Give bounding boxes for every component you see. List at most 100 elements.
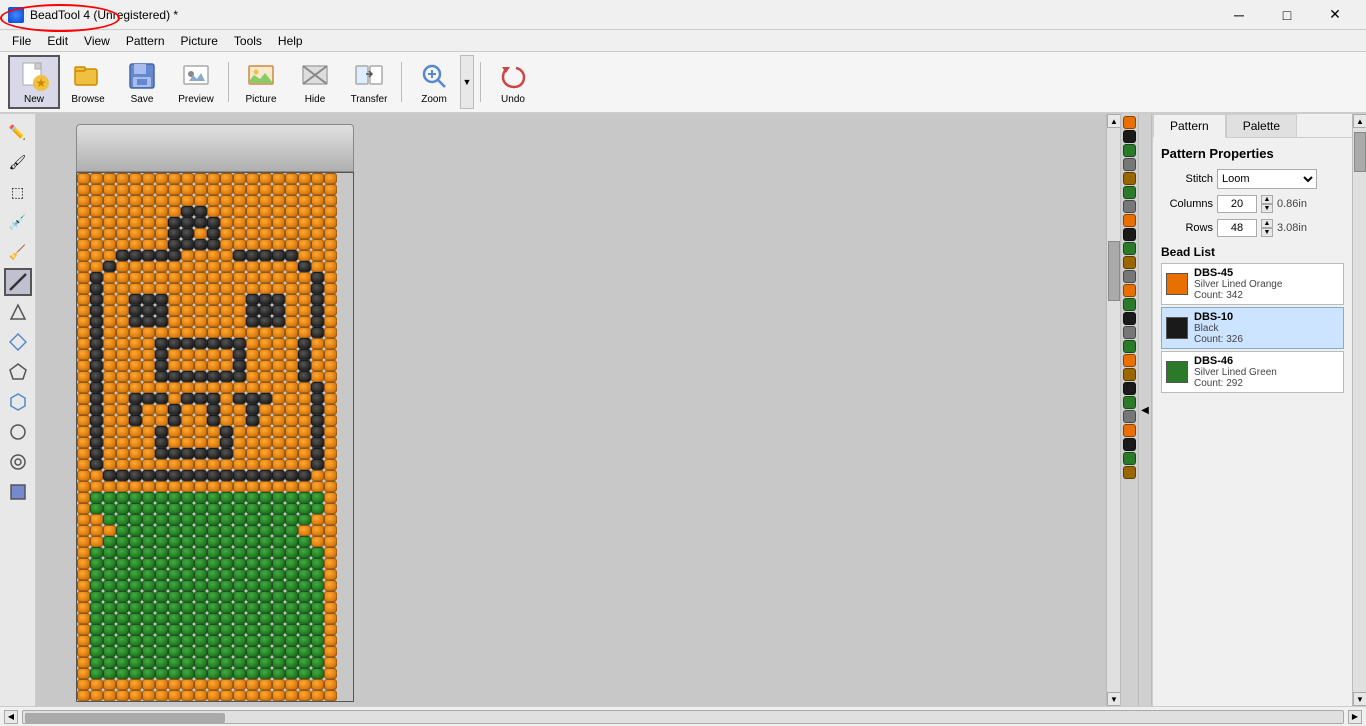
side-palette-bead[interactable] (1123, 200, 1136, 213)
bead[interactable] (311, 283, 324, 294)
bead[interactable] (129, 536, 142, 547)
bead[interactable] (90, 437, 103, 448)
bead[interactable] (142, 250, 155, 261)
bead[interactable] (77, 591, 90, 602)
bead[interactable] (207, 536, 220, 547)
bead[interactable] (233, 272, 246, 283)
bead[interactable] (259, 327, 272, 338)
bead[interactable] (103, 228, 116, 239)
bead[interactable] (168, 437, 181, 448)
side-palette-bead[interactable] (1123, 130, 1136, 143)
bead[interactable] (194, 690, 207, 701)
bead[interactable] (259, 525, 272, 536)
bead[interactable] (142, 327, 155, 338)
bead[interactable] (311, 580, 324, 591)
bead[interactable] (142, 646, 155, 657)
bead[interactable] (220, 239, 233, 250)
bead[interactable] (129, 503, 142, 514)
bead[interactable] (298, 514, 311, 525)
bead[interactable] (103, 195, 116, 206)
bead[interactable] (207, 503, 220, 514)
bead[interactable] (233, 294, 246, 305)
bead[interactable] (194, 415, 207, 426)
bead[interactable] (129, 448, 142, 459)
bead[interactable] (77, 657, 90, 668)
bead[interactable] (155, 591, 168, 602)
bead[interactable] (142, 294, 155, 305)
bead[interactable] (324, 602, 337, 613)
bead[interactable] (246, 338, 259, 349)
new-button[interactable]: ★ New (8, 55, 60, 109)
bead[interactable] (298, 679, 311, 690)
tab-palette[interactable]: Palette (1226, 114, 1297, 137)
bead[interactable] (116, 283, 129, 294)
bead[interactable] (168, 217, 181, 228)
side-palette-bead[interactable] (1123, 424, 1136, 437)
bead[interactable] (233, 558, 246, 569)
bead[interactable] (324, 184, 337, 195)
bead[interactable] (298, 272, 311, 283)
side-palette-bead[interactable] (1123, 312, 1136, 325)
bead[interactable] (90, 591, 103, 602)
bead[interactable] (259, 613, 272, 624)
bead[interactable] (259, 646, 272, 657)
bead[interactable] (246, 272, 259, 283)
bead[interactable] (285, 470, 298, 481)
bead[interactable] (90, 184, 103, 195)
bead[interactable] (168, 206, 181, 217)
bead[interactable] (272, 481, 285, 492)
bead[interactable] (285, 382, 298, 393)
menu-item-picture[interactable]: Picture (173, 32, 226, 50)
bead[interactable] (272, 349, 285, 360)
bead[interactable] (90, 470, 103, 481)
zoom-button[interactable]: Zoom (408, 55, 460, 109)
bead[interactable] (285, 228, 298, 239)
bead[interactable] (155, 217, 168, 228)
bead[interactable] (90, 305, 103, 316)
bead[interactable] (77, 580, 90, 591)
canvas-area[interactable] (36, 114, 1106, 706)
menu-item-pattern[interactable]: Pattern (118, 32, 173, 50)
bead[interactable] (129, 481, 142, 492)
bead[interactable] (298, 415, 311, 426)
bead[interactable] (311, 393, 324, 404)
bead[interactable] (233, 316, 246, 327)
bead[interactable] (155, 459, 168, 470)
bead[interactable] (246, 536, 259, 547)
bead[interactable] (168, 646, 181, 657)
bead[interactable] (233, 283, 246, 294)
bead[interactable] (207, 250, 220, 261)
bead[interactable] (285, 327, 298, 338)
bead[interactable] (116, 613, 129, 624)
bead[interactable] (311, 338, 324, 349)
bead[interactable] (90, 327, 103, 338)
bead[interactable] (246, 294, 259, 305)
bead[interactable] (272, 448, 285, 459)
bead[interactable] (272, 283, 285, 294)
side-palette-bead[interactable] (1123, 340, 1136, 353)
bead[interactable] (116, 239, 129, 250)
bead[interactable] (220, 327, 233, 338)
bead[interactable] (116, 448, 129, 459)
bead[interactable] (90, 481, 103, 492)
bead[interactable] (129, 360, 142, 371)
bead[interactable] (311, 294, 324, 305)
bead[interactable] (103, 492, 116, 503)
bead[interactable] (116, 217, 129, 228)
bead[interactable] (259, 250, 272, 261)
bead[interactable] (324, 690, 337, 701)
bead[interactable] (90, 547, 103, 558)
side-palette-bead[interactable] (1123, 158, 1136, 171)
bead[interactable] (311, 217, 324, 228)
bead[interactable] (181, 316, 194, 327)
bead[interactable] (181, 613, 194, 624)
bead[interactable] (77, 228, 90, 239)
bead[interactable] (181, 393, 194, 404)
bead[interactable] (116, 492, 129, 503)
bead[interactable] (207, 261, 220, 272)
bead[interactable] (77, 514, 90, 525)
bead[interactable] (181, 382, 194, 393)
bead[interactable] (116, 272, 129, 283)
bead[interactable] (116, 327, 129, 338)
bead[interactable] (142, 602, 155, 613)
